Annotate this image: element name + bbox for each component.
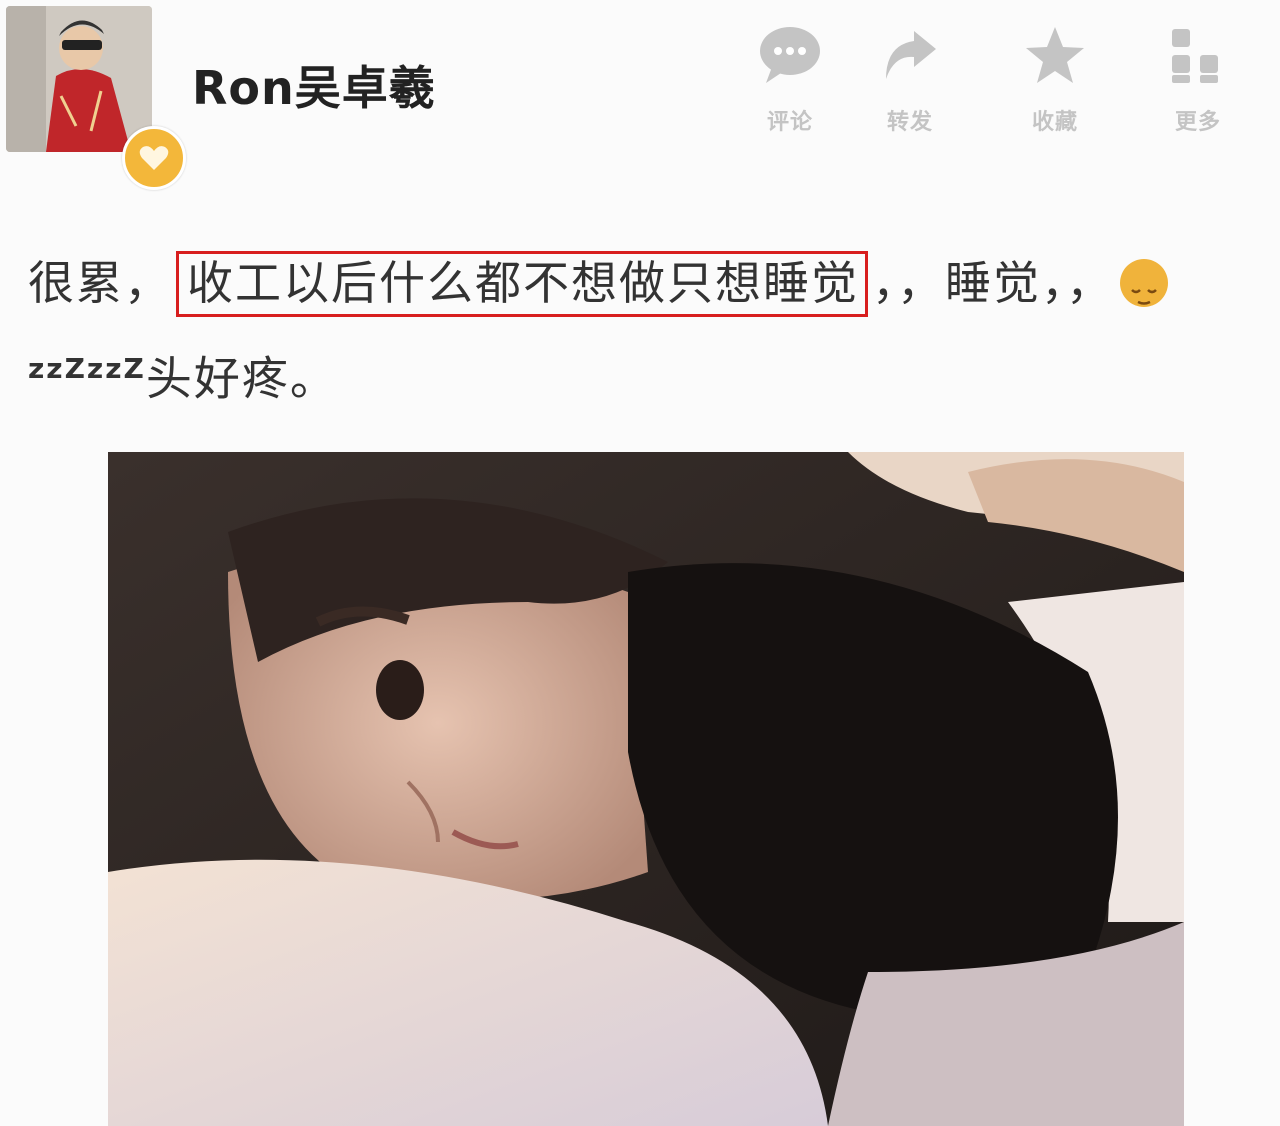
comment-label: 评论 — [766, 110, 813, 135]
favorite-button[interactable]: 收藏 — [1005, 20, 1105, 140]
post-text-middle: ，，睡觉，， — [872, 256, 1114, 310]
zzz-text-1: zzZ — [28, 352, 87, 385]
favorite-label: 收藏 — [1031, 110, 1078, 135]
sleepy-emoji-icon — [1120, 258, 1168, 307]
post-text: 很累， 收工以后什么都不想做只想睡觉 ，，睡觉，，zzZzzZ头好疼。 — [28, 240, 1258, 421]
star-icon — [1020, 20, 1090, 90]
more-label: 更多 — [1174, 110, 1221, 135]
heart-icon — [139, 146, 169, 170]
more-grid-icon — [1163, 20, 1233, 90]
comment-icon — [755, 20, 825, 90]
more-button[interactable]: 更多 — [1148, 20, 1248, 140]
zzz-text-2: zzZ — [86, 352, 146, 385]
username[interactable]: Ron吴卓羲 — [192, 52, 436, 118]
action-bar: 评论 转发 收藏 更多 — [740, 20, 1260, 140]
post-photo[interactable] — [108, 452, 1184, 1126]
forward-button[interactable]: 转发 — [860, 20, 960, 140]
forward-label: 转发 — [886, 110, 933, 135]
highlighted-text: 收工以后什么都不想做只想睡觉 — [176, 251, 868, 317]
post-header: Ron吴卓羲 评论 转发 收藏 更多 — [0, 0, 1280, 200]
post-text-end: 头好疼。 — [145, 351, 338, 406]
forward-icon — [875, 20, 945, 90]
comment-button[interactable]: 评论 — [740, 20, 840, 140]
avatar[interactable] — [6, 6, 152, 152]
post-text-start: 很累， — [28, 256, 172, 310]
vip-badge — [122, 126, 186, 190]
